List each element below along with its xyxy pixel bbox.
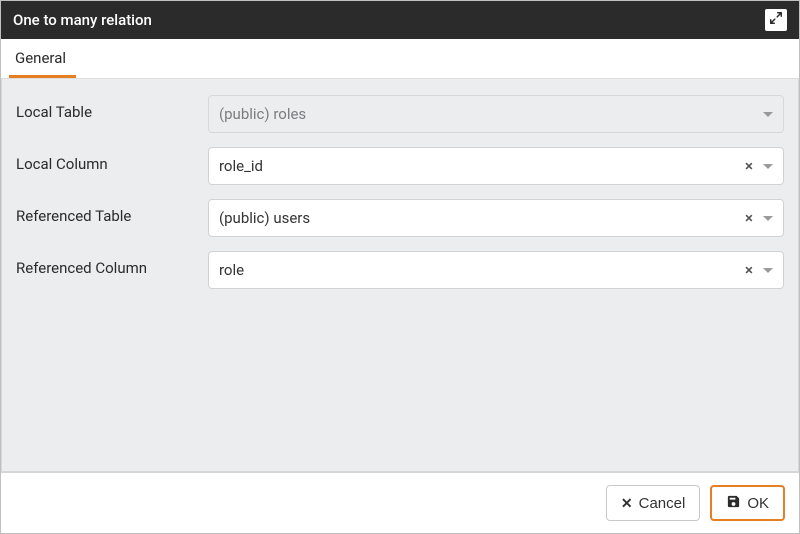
chevron-down-icon[interactable] — [763, 216, 773, 221]
field-local-table: Local Table (public) roles — [16, 95, 784, 133]
dialog-footer: ✕ Cancel OK — [1, 472, 799, 533]
clear-icon[interactable]: × — [745, 263, 753, 278]
ok-button-label: OK — [747, 495, 769, 512]
save-icon — [726, 494, 741, 513]
select-referenced-table[interactable]: (public) users × — [208, 199, 784, 237]
label-referenced-table: Referenced Table — [16, 199, 196, 225]
select-referenced-column-value: role — [219, 261, 745, 279]
expand-icon — [769, 11, 783, 29]
select-referenced-column[interactable]: role × — [208, 251, 784, 289]
select-local-column-value: role_id — [219, 157, 745, 175]
chevron-down-icon[interactable] — [763, 164, 773, 169]
cancel-button-label: Cancel — [639, 495, 686, 512]
select-local-column-actions: × — [745, 159, 773, 174]
dialog-title: One to many relation — [13, 11, 152, 29]
clear-icon[interactable]: × — [745, 211, 753, 226]
label-local-column: Local Column — [16, 147, 196, 173]
select-local-column[interactable]: role_id × — [208, 147, 784, 185]
tab-general[interactable]: General — [9, 39, 76, 78]
tab-bar: General — [1, 39, 799, 79]
label-local-table: Local Table — [16, 95, 196, 121]
expand-button[interactable] — [765, 9, 787, 31]
ok-button[interactable]: OK — [710, 485, 785, 521]
select-local-table-actions — [763, 112, 773, 117]
titlebar: One to many relation — [1, 1, 799, 39]
select-local-table: (public) roles — [208, 95, 784, 133]
clear-icon[interactable]: × — [745, 159, 753, 174]
select-local-table-value: (public) roles — [219, 105, 763, 123]
select-referenced-table-actions: × — [745, 211, 773, 226]
relation-dialog: One to many relation General Local Table… — [0, 0, 800, 534]
label-referenced-column: Referenced Column — [16, 251, 196, 277]
chevron-down-icon — [763, 112, 773, 117]
tab-general-label: General — [15, 49, 66, 67]
chevron-down-icon[interactable] — [763, 268, 773, 273]
cancel-button[interactable]: ✕ Cancel — [606, 485, 700, 521]
close-icon: ✕ — [621, 495, 633, 512]
field-referenced-column: Referenced Column role × — [16, 251, 784, 289]
form-content: Local Table (public) roles Local Column … — [1, 79, 799, 472]
select-referenced-table-value: (public) users — [219, 209, 745, 227]
select-referenced-column-actions: × — [745, 263, 773, 278]
field-local-column: Local Column role_id × — [16, 147, 784, 185]
field-referenced-table: Referenced Table (public) users × — [16, 199, 784, 237]
